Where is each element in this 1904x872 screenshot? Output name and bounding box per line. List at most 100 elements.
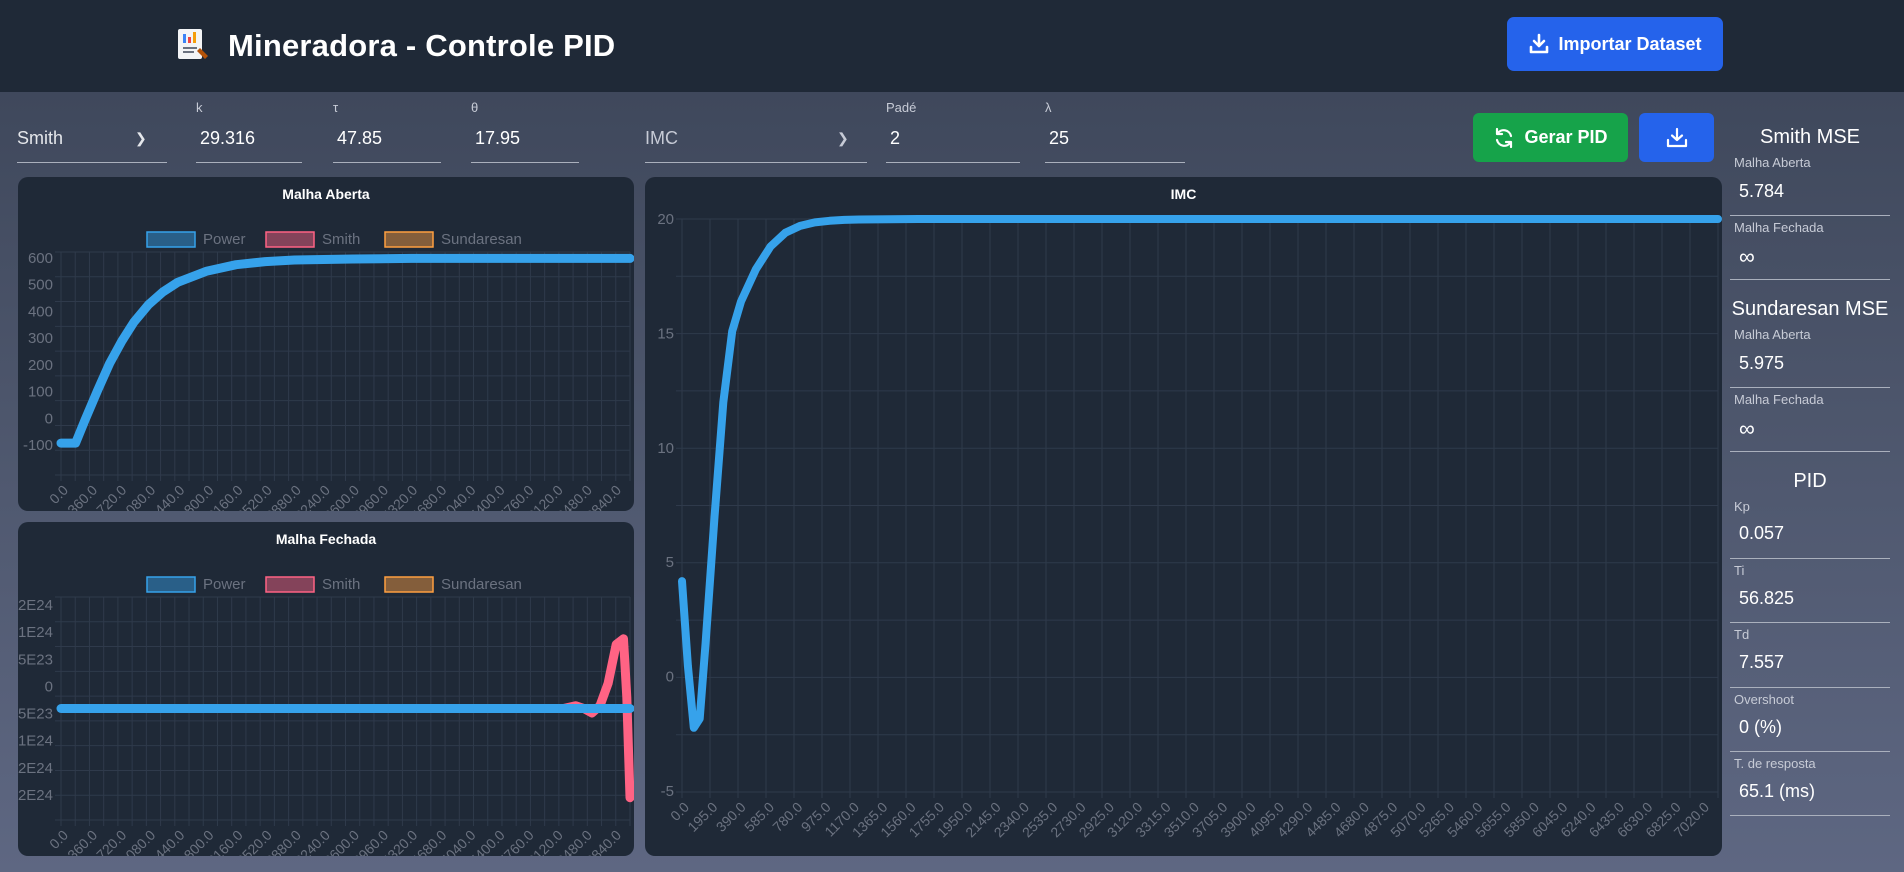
sund-closed-label: Malha Fechada xyxy=(1734,392,1824,407)
gerar-pid-button[interactable]: Gerar PID xyxy=(1473,113,1628,162)
lambda-value: 25 xyxy=(1049,128,1070,148)
y-tick-label: 0 xyxy=(45,678,53,695)
theta-value: 17.95 xyxy=(475,128,521,148)
y-tick-label: -2E24 xyxy=(18,787,53,804)
malha-fechada-chart: Malha Fechada Power Smith Sundaresan 2E24 1E2… xyxy=(18,531,634,856)
y-tick-label: 10 xyxy=(657,440,674,457)
y-tick-label: 1E24 xyxy=(18,624,53,641)
y-tick-label: -100 xyxy=(23,437,53,454)
td-label: Td xyxy=(1734,627,1750,642)
sundaresan-mse-title: Sundaresan MSE xyxy=(1731,298,1889,320)
y-tick-label: -2E24 xyxy=(18,760,53,777)
td-value: 7.557 xyxy=(1739,652,1785,672)
dataset-select-underline xyxy=(17,162,167,163)
sund-closed-value: ∞ xyxy=(1739,416,1755,441)
kp-value: 0.057 xyxy=(1739,523,1785,543)
ti-value: 56.825 xyxy=(1739,588,1795,608)
pade-value: 2 xyxy=(890,128,901,148)
k-value: 29.316 xyxy=(200,128,256,148)
method-select-value: IMC xyxy=(645,128,678,148)
smith-closed-value: ∞ xyxy=(1739,244,1755,269)
y-tick-label: 5E23 xyxy=(18,651,53,668)
legend-label-power: Power xyxy=(203,231,246,248)
imc-panel: IMC 20 15 10 5 0 -5 0.0 195.0 390.0 585.0 780.0 975.… xyxy=(645,177,1722,856)
divider xyxy=(1730,215,1890,216)
divider xyxy=(1730,279,1890,280)
legend-label-smith: Smith xyxy=(322,576,360,593)
chevron-down-icon: ❯ xyxy=(837,130,849,146)
method-select-underline xyxy=(645,162,867,163)
y-tick-label: 2E24 xyxy=(18,597,53,614)
chart-title: Malha Fechada xyxy=(276,531,377,547)
lambda-label: λ xyxy=(1045,100,1052,115)
ti-label: Ti xyxy=(1734,563,1745,578)
y-tick-label: 200 xyxy=(28,357,53,374)
divider xyxy=(1730,751,1890,752)
smith-mse-title: Smith MSE xyxy=(1759,126,1861,148)
x-tick-label: 585.0 xyxy=(741,799,777,835)
download-icon xyxy=(1666,127,1687,147)
overshoot-label: Overshoot xyxy=(1734,692,1794,707)
y-tick-label: 400 xyxy=(28,303,53,320)
smith-open-value: 5.784 xyxy=(1739,181,1785,201)
pade-label: Padé xyxy=(886,100,917,115)
y-tick-label: 20 xyxy=(657,211,674,228)
smith-closed-label: Malha Fechada xyxy=(1734,220,1824,235)
refresh-icon xyxy=(1496,127,1513,148)
legend-label-sundaresan: Sundaresan xyxy=(441,576,522,593)
legend-label-smith: Smith xyxy=(322,231,360,248)
divider xyxy=(1730,622,1890,623)
kp-label: Kp xyxy=(1734,499,1750,514)
tau-value: 47.85 xyxy=(337,128,383,148)
legend-swatch-smith xyxy=(265,231,315,248)
imc-chart: IMC20151050-50.0195.0390.0585.0780.0975.… xyxy=(657,186,1722,840)
malha-aberta-chart: Malha Aberta Power Smith Sundaresan 600 500 40… xyxy=(23,186,634,511)
theta-label: θ xyxy=(471,100,479,115)
pade-underline xyxy=(886,162,1020,163)
malha-aberta-panel: Malha Aberta Power Smith Sundaresan 600 500 40… xyxy=(18,177,634,511)
page-title: Mineradora - Controle PID xyxy=(228,28,616,63)
legend-swatch-power xyxy=(146,231,196,248)
y-tick-label: -1E24 xyxy=(18,733,53,750)
divider xyxy=(1730,815,1890,816)
legend-swatch-sundaresan xyxy=(384,576,434,593)
x-tick-label: 195.0 xyxy=(684,799,720,835)
import-dataset-label: Importar Dataset xyxy=(1558,33,1702,54)
divider xyxy=(1730,387,1890,388)
download-results-button[interactable] xyxy=(1639,113,1714,162)
document-chart-icon xyxy=(178,29,208,59)
y-tick-label: 5 xyxy=(666,554,674,571)
legend-label-power: Power xyxy=(203,576,246,593)
theta-underline xyxy=(471,162,579,163)
pid-title: PID xyxy=(1793,470,1827,492)
tau-label: τ xyxy=(333,100,339,115)
chevron-down-icon: ❯ xyxy=(135,130,147,146)
y-tick-label: 15 xyxy=(657,325,674,342)
legend-swatch-smith xyxy=(265,576,315,593)
response-time-value: 65.1 (ms) xyxy=(1739,781,1816,801)
divider xyxy=(1730,451,1890,452)
k-label: k xyxy=(196,100,203,115)
legend-swatch-power xyxy=(146,576,196,593)
chart-title: IMC xyxy=(1171,186,1197,202)
y-tick-label: 0 xyxy=(666,669,674,686)
divider xyxy=(1730,558,1890,559)
malha-fechada-panel: Malha Fechada Power Smith Sundaresan 2E24 1E2… xyxy=(18,522,634,856)
y-tick-label: 100 xyxy=(28,384,53,401)
chart-title: Malha Aberta xyxy=(282,186,370,202)
sund-open-label: Malha Aberta xyxy=(1734,327,1811,342)
import-dataset-button[interactable]: Importar Dataset xyxy=(1507,17,1723,71)
legend-label-sundaresan: Sundaresan xyxy=(441,231,522,248)
smith-open-label: Malha Aberta xyxy=(1734,155,1811,170)
gerar-pid-label: Gerar PID xyxy=(1524,127,1608,147)
y-tick-label: -5 xyxy=(661,783,674,800)
divider xyxy=(1730,687,1890,688)
y-tick-label: 600 xyxy=(28,250,53,267)
x-tick-label: 390.0 xyxy=(713,799,749,835)
y-tick-label: 0 xyxy=(45,410,53,427)
sund-open-value: 5.975 xyxy=(1739,353,1785,373)
dataset-select-value: Smith xyxy=(17,128,64,148)
lambda-underline xyxy=(1045,162,1185,163)
series-line-imc xyxy=(678,215,1722,732)
response-time-label: T. de resposta xyxy=(1734,756,1816,771)
